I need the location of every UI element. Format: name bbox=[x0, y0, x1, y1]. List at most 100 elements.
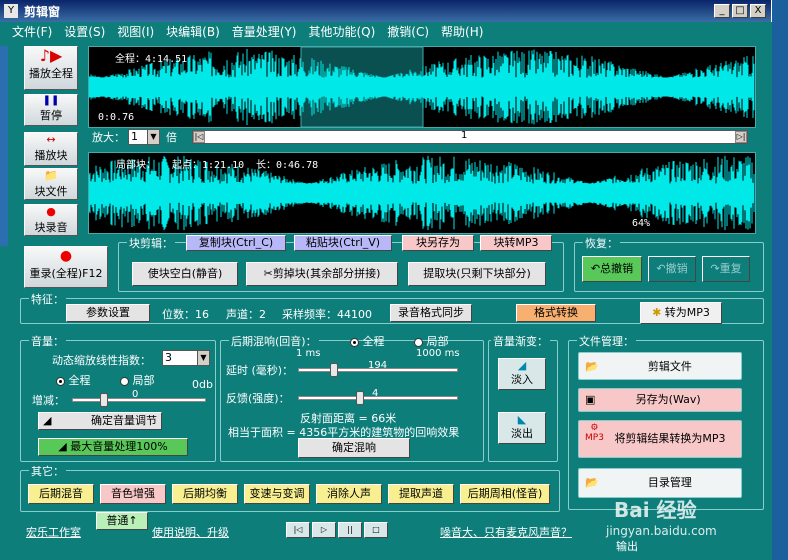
total-duration-label: 全程：4:14.51 bbox=[115, 54, 188, 65]
zoom-label: 放大： bbox=[92, 131, 125, 144]
menu-volume[interactable]: 音量处理(Y) bbox=[232, 23, 297, 40]
params-settings-button[interactable]: 参数设置 bbox=[66, 304, 150, 322]
delay-min: 1 ms bbox=[296, 348, 321, 359]
confirm-reverb-button[interactable]: 确定混响 bbox=[298, 438, 410, 458]
fade-out-button[interactable]: ◣ 淡出 bbox=[498, 412, 546, 444]
normal-mode-button[interactable]: 普通↑ bbox=[96, 512, 148, 530]
pause-button[interactable]: ❚❚ 暂停 bbox=[24, 94, 78, 126]
block-record-button[interactable]: ● 块录音 bbox=[24, 204, 78, 236]
reverb-partial-radio[interactable]: 局部 bbox=[414, 333, 449, 349]
block-file-button[interactable]: 📁 块文件 bbox=[24, 168, 78, 200]
db-label: 0db bbox=[192, 378, 213, 391]
reverb-all-radio[interactable]: 全程 bbox=[350, 333, 385, 349]
stop-icon[interactable]: □ bbox=[364, 522, 388, 538]
play-all-button[interactable]: ♪▶ 播放全程 bbox=[24, 46, 78, 90]
file-management-label: 文件管理： bbox=[577, 333, 636, 349]
post-mix-button[interactable]: 后期混音 bbox=[28, 484, 94, 504]
maximize-button[interactable]: □ bbox=[732, 4, 748, 18]
convert-mp3-button[interactable]: ⚙ MP3 将剪辑结果转换为MP3 bbox=[578, 420, 742, 458]
undo-all-button[interactable]: ↶总撤销 bbox=[582, 256, 642, 282]
volume-partial-radio[interactable]: 局部 bbox=[120, 372, 155, 388]
output-label: 输出 bbox=[616, 540, 638, 553]
window-edge bbox=[772, 0, 788, 560]
app-icon: Y bbox=[4, 4, 18, 18]
volume-label: 音量： bbox=[29, 333, 66, 349]
noise-help-link[interactable]: 噪音大、只有麦克风声音？ bbox=[440, 524, 572, 540]
studio-link[interactable]: 宏乐工作室 bbox=[26, 524, 81, 540]
play-icon[interactable]: ▷ bbox=[312, 522, 336, 538]
gain-label: 增减： bbox=[32, 394, 65, 407]
feedback-slider-track[interactable] bbox=[298, 396, 458, 400]
floppy-icon: ▣ bbox=[585, 393, 596, 406]
mp3-icon: ⚙ MP3 bbox=[585, 423, 604, 443]
full-waveform[interactable] bbox=[88, 46, 756, 128]
menu-file[interactable]: 文件(F) bbox=[12, 23, 52, 40]
scroll-left-icon[interactable]: |◁ bbox=[193, 131, 205, 143]
to-mp3-button[interactable]: ✱ 转为MP3 bbox=[640, 302, 722, 324]
cut-block-button[interactable]: ✂剪掉块(其余部分拼接) bbox=[246, 262, 398, 286]
save-block-as-button[interactable]: 块另存为 bbox=[402, 235, 474, 251]
menu-block-edit[interactable]: 块编辑(B) bbox=[166, 23, 220, 40]
sample-rate: 采样频率：44100 bbox=[282, 308, 372, 321]
dyn-scale-select[interactable]: 3 ▼ bbox=[162, 350, 210, 366]
remove-vocals-button[interactable]: 消除人声 bbox=[316, 484, 382, 504]
redo-button[interactable]: ↷重复 bbox=[702, 256, 750, 282]
delay-slider-thumb[interactable] bbox=[330, 363, 338, 377]
range-arrows-icon: ↔ bbox=[46, 133, 56, 146]
gain-slider-thumb[interactable] bbox=[100, 393, 108, 407]
undo-button[interactable]: ↶撤销 bbox=[648, 256, 696, 282]
block-start-label: 起点：1:21.10 bbox=[172, 160, 245, 171]
menu-help[interactable]: 帮助(H) bbox=[441, 23, 483, 40]
post-eq-button[interactable]: 后期均衡 bbox=[172, 484, 238, 504]
title-bar: Y 剪辑窗 _ □ X bbox=[0, 0, 772, 22]
skip-back-icon[interactable]: |◁ bbox=[286, 522, 310, 538]
menu-bar: 文件(F) 设置(S) 视图(I) 块编辑(B) 音量处理(Y) 其他功能(Q)… bbox=[0, 22, 772, 40]
block-to-mp3-button[interactable]: 块转MP3 bbox=[480, 235, 552, 251]
timbre-enhance-button[interactable]: 音色增强 bbox=[100, 484, 166, 504]
baidu-watermark-url: jingyan.baidu.com bbox=[606, 524, 717, 538]
transport-controls: |◁ ▷ || □ bbox=[286, 522, 390, 538]
pause-icon[interactable]: || bbox=[338, 522, 362, 538]
full-waveform-svg bbox=[89, 47, 755, 127]
fade-in-button[interactable]: ◢ 淡入 bbox=[498, 358, 546, 390]
post-phase-button[interactable]: 后期周相(怪音) bbox=[460, 484, 550, 504]
window-title: 剪辑窗 bbox=[24, 4, 61, 19]
speed-pitch-button[interactable]: 变速与变调 bbox=[244, 484, 310, 504]
folder-icon: 📂 bbox=[585, 360, 599, 373]
delay-slider-track[interactable] bbox=[298, 368, 458, 372]
menu-settings[interactable]: 设置(S) bbox=[64, 23, 105, 40]
scissors-icon: ✂ bbox=[263, 267, 273, 280]
minimize-button[interactable]: _ bbox=[714, 4, 730, 18]
format-convert-button[interactable]: 格式转换 bbox=[516, 304, 596, 322]
copy-block-button[interactable]: 复制块(Ctrl_C) bbox=[186, 235, 286, 251]
sync-format-button[interactable]: 录音格式同步 bbox=[390, 304, 472, 322]
extract-channel-button[interactable]: 提取声道 bbox=[388, 484, 454, 504]
save-wav-button[interactable]: ▣ 另存为(Wav) bbox=[578, 388, 742, 412]
feedback-slider-thumb[interactable] bbox=[356, 391, 364, 405]
gain-slider-track[interactable] bbox=[72, 398, 206, 402]
channel-count: 声道：2 bbox=[226, 308, 266, 321]
zoom-scrollbar[interactable]: |◁ ▷| 1 bbox=[192, 130, 748, 144]
manual-link[interactable]: 使用说明、升级 bbox=[152, 524, 229, 540]
undo-icon: ↶ bbox=[656, 262, 666, 275]
confirm-volume-button[interactable]: ◢ 确定音量调节 bbox=[38, 412, 162, 430]
pause-icon: ❚❚ bbox=[42, 95, 60, 106]
play-block-button[interactable]: ↔ 播放块 bbox=[24, 132, 78, 166]
volume-all-radio[interactable]: 全程 bbox=[56, 372, 91, 388]
max-volume-button[interactable]: ◢ 最大音量处理100% bbox=[38, 438, 188, 456]
fade-out-icon: ◣ bbox=[517, 413, 527, 426]
zoom-select[interactable]: 1 ▼ bbox=[128, 129, 160, 145]
cut-file-button[interactable]: 📂 剪辑文件 bbox=[578, 352, 742, 380]
rerecord-button[interactable]: ● 重录(全程)F12 bbox=[24, 246, 108, 288]
scroll-right-icon[interactable]: ▷| bbox=[735, 131, 747, 143]
block-length-label: 长：0:46.78 bbox=[256, 160, 319, 171]
close-button[interactable]: X bbox=[750, 4, 766, 18]
menu-other[interactable]: 其他功能(Q) bbox=[308, 23, 375, 40]
blank-block-button[interactable]: 使块空白(静音) bbox=[132, 262, 238, 286]
extract-block-button[interactable]: 提取块(只剩下块部分) bbox=[408, 262, 546, 286]
menu-view[interactable]: 视图(I) bbox=[117, 23, 154, 40]
radio-icon bbox=[414, 337, 423, 347]
paste-block-button[interactable]: 粘贴块(Ctrl_V) bbox=[294, 235, 392, 251]
menu-undo[interactable]: 撤销(C) bbox=[387, 23, 429, 40]
block-label: 局部块： bbox=[116, 160, 156, 171]
